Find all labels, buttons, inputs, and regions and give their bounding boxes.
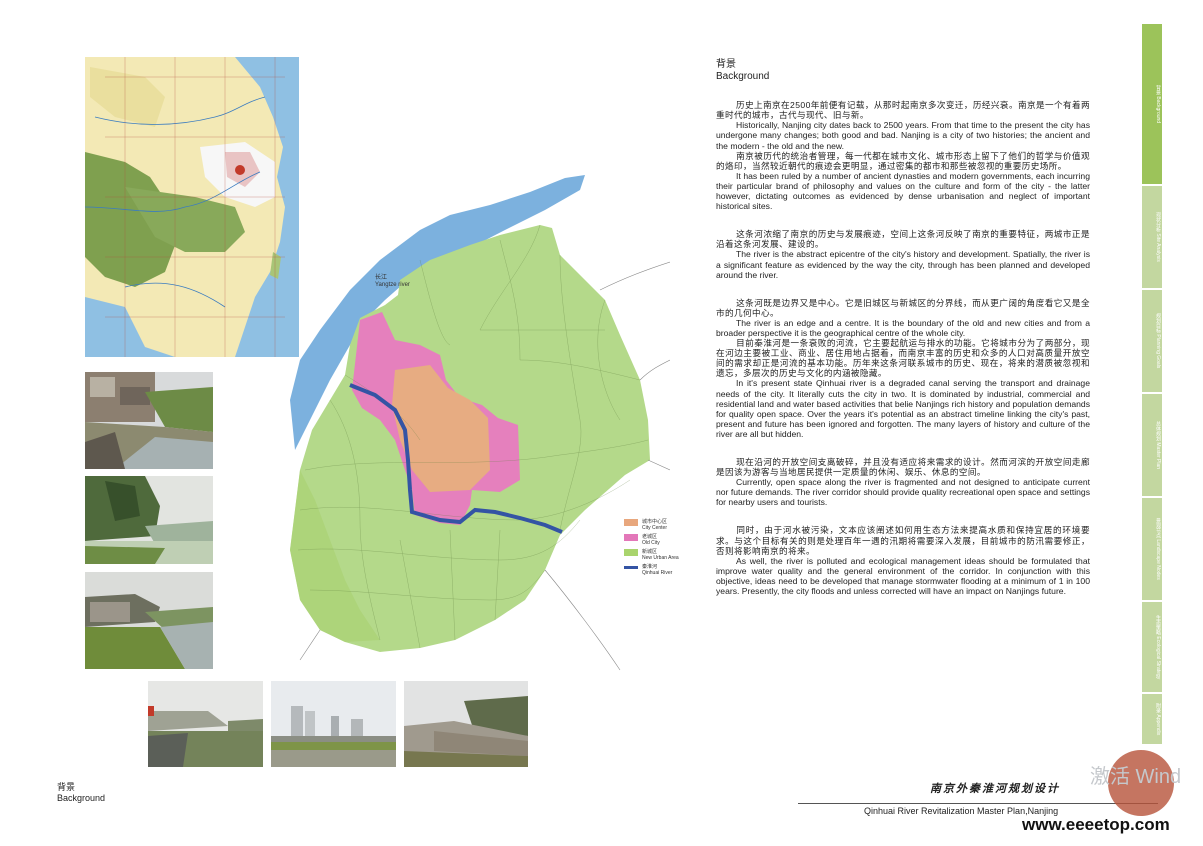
legend-label-en: Old City	[642, 540, 660, 546]
sidebar-tab-master-plan[interactable]: 总体规划 Master Plan	[1142, 392, 1162, 496]
sidebar-tab-planning-goals[interactable]: 规划目标 Planning Goals	[1142, 288, 1162, 392]
paragraph-en: The river is the abstract epicentre of t…	[716, 249, 1090, 279]
page-section-label: 背景 Background	[57, 782, 105, 804]
legend-item-qinhuai-river: 秦淮河 Qinhuai River	[624, 564, 679, 576]
sidebar-tab-label: 总体规划 Master Plan	[1155, 420, 1161, 470]
paragraph-zh: 现在沿河的开放空间支离破碎，并且没有适应将来需求的设计。然而河滨的开放空间走廊是…	[716, 457, 1090, 477]
paragraph-en: Currently, open space along the river is…	[716, 477, 1090, 507]
footer-rule	[798, 803, 1158, 804]
legend-item-new-urban: 新城区 New Urban Area	[624, 549, 679, 561]
paragraph-text: The river is an edge and a centre. It is…	[716, 317, 1090, 338]
paragraph-zh: 南京被历代的统治者管理，每一代都在城市文化、城市形态上留下了他们的哲学与价值观的…	[716, 151, 1090, 171]
sidebar-tab-label: 生态策略 Ecological Strategy	[1155, 614, 1161, 680]
photo-wall-river	[148, 681, 263, 767]
paragraph-en: Historically, Nanjing city dates back to…	[716, 120, 1090, 150]
activate-windows-watermark: 激活 Wind	[1090, 766, 1182, 788]
photo-river-trees	[85, 476, 213, 564]
paragraph-zh: 同时，由于河水被污染，文本应该阐述如何用生态方法来提高水质和保持宜居的环境要求。…	[716, 525, 1090, 555]
paragraph-text: 历史上南京在2500年前便有记载，从那时起南京多次变迁，历经兴衰。南京是一个有着…	[716, 100, 1090, 121]
paragraph-text: It has been ruled by a number of ancient…	[716, 170, 1090, 212]
page-section-label-zh: 背景	[57, 782, 76, 792]
section-heading-zh: 背景	[716, 59, 736, 70]
paragraph-zh: 历史上南京在2500年前便有记载，从那时起南京多次变迁，历经兴衰。南京是一个有着…	[716, 100, 1090, 120]
paragraph-text: Currently, open space along the river is…	[716, 477, 1090, 508]
legend-label-en: City Center	[642, 525, 668, 531]
section-heading-en: Background	[716, 71, 770, 83]
page-section-label-en: Background	[57, 793, 106, 803]
photo-city-wall	[404, 681, 528, 767]
map-legend: 城市中心区 City Center 老城区 Old City 新城区 New Urba…	[624, 519, 679, 579]
sidebar-tab-ecological-strategy[interactable]: 生态策略 Ecological Strategy	[1142, 600, 1162, 692]
paragraph-text: 这条河浓缩了南京的历史与发展痕迹，空间上这条河反映了南京的重要特征，两城市正是沿…	[716, 229, 1090, 250]
sidebar-tab-landscape-nodes[interactable]: 景观节点 Landscape Nodes	[1142, 496, 1162, 600]
sidebar-tab-label: 附录 Appendix	[1155, 702, 1161, 736]
paragraph-en: It has been ruled by a number of ancient…	[716, 171, 1090, 211]
site-watermark: www.eeeetop.com	[1022, 815, 1170, 834]
paragraph-zh: 这条河浓缩了南京的历史与发展痕迹，空间上这条河反映了南京的重要特征，两城市正是沿…	[716, 229, 1090, 249]
paragraph-text: Historically, Nanjing city dates back to…	[716, 120, 1090, 151]
sidebar-tab-site-analysis[interactable]: 现状分析 Site Analysis	[1142, 184, 1162, 288]
china-region-map	[85, 57, 299, 357]
paragraph-zh: 这条河既是边界又是中心。它是旧城区与新城区的分界线，而从更广阔的角度看它又是全市…	[716, 298, 1090, 318]
photo-river-village	[85, 572, 213, 669]
yangtze-river-label: 长江 Yangtze river	[375, 275, 410, 289]
sidebar-tab-label: 规划目标 Planning Goals	[1155, 313, 1161, 369]
sidebar-tab-label: 景观节点 Landscape Nodes	[1155, 518, 1161, 580]
paragraph-en: In it's present state Qinhuai river is a…	[716, 378, 1090, 439]
sidebar-tab-label: 现状分析 Site Analysis	[1155, 212, 1161, 262]
paragraph-zh: 目前秦淮河是一条衰败的河流，它主要起航运与排水的功能。它将城市分为了两部分，现在…	[716, 338, 1090, 378]
paragraph-text: 同时，由于河水被污染，文本应该阐述如何用生态方法来提高水质和保持宜居的环境要求。…	[716, 525, 1090, 556]
legend-item-old-city: 老城区 Old City	[624, 534, 679, 546]
section-sidebar: 背景 Background 现状分析 Site Analysis 规划目标 Pl…	[1142, 22, 1162, 744]
paragraph-en: The river is an edge and a centre. It is…	[716, 318, 1090, 338]
paragraph-text: As well, the river is polluted and ecolo…	[716, 555, 1090, 597]
paragraph-text: 现在沿河的开放空间支离破碎，并且没有适应将来需求的设计。然而河滨的开放空间走廊是…	[716, 457, 1090, 478]
legend-item-city-center: 城市中心区 City Center	[624, 519, 679, 531]
background-text-column: 背景 Background 历史上南京在2500年前便有记载，从那时起南京多次变…	[716, 59, 1090, 596]
photo-city-skyline	[271, 681, 396, 767]
yangtze-label-zh: 长江	[375, 275, 388, 281]
legend-swatch	[624, 534, 638, 541]
legend-label-en: New Urban Area	[642, 555, 679, 561]
nanjing-city-map	[290, 175, 670, 671]
legend-label-en: Qinhuai River	[642, 570, 673, 576]
paragraph-text: The river is the abstract epicentre of t…	[716, 249, 1090, 280]
paragraph-text: 这条河既是边界又是中心。它是旧城区与新城区的分界线，而从更广阔的角度看它又是全市…	[716, 297, 1090, 318]
legend-swatch	[624, 549, 638, 556]
paragraph-text: 南京被历代的统治者管理，每一代都在城市文化、城市形态上留下了他们的哲学与价值观的…	[716, 150, 1090, 171]
photo-river-industrial	[85, 372, 213, 469]
legend-swatch	[624, 519, 638, 526]
yangtze-label-en: Yangtze river	[375, 282, 410, 288]
legend-swatch	[624, 566, 638, 569]
paragraph-en: As well, the river is polluted and ecolo…	[716, 556, 1090, 596]
paragraph-text: In it's present state Qinhuai river is a…	[716, 378, 1090, 439]
sidebar-tab-appendix[interactable]: 附录 Appendix	[1142, 692, 1162, 744]
sidebar-tab-label: 背景 Background	[1155, 84, 1161, 124]
paragraph-text: 目前秦淮河是一条衰败的河流，它主要起航运与排水的功能。它将城市分为了两部分，现在…	[716, 338, 1090, 379]
sidebar-tab-background[interactable]: 背景 Background	[1142, 22, 1162, 184]
footer-title-zh: 南京外秦淮河规划设计	[930, 782, 1060, 795]
